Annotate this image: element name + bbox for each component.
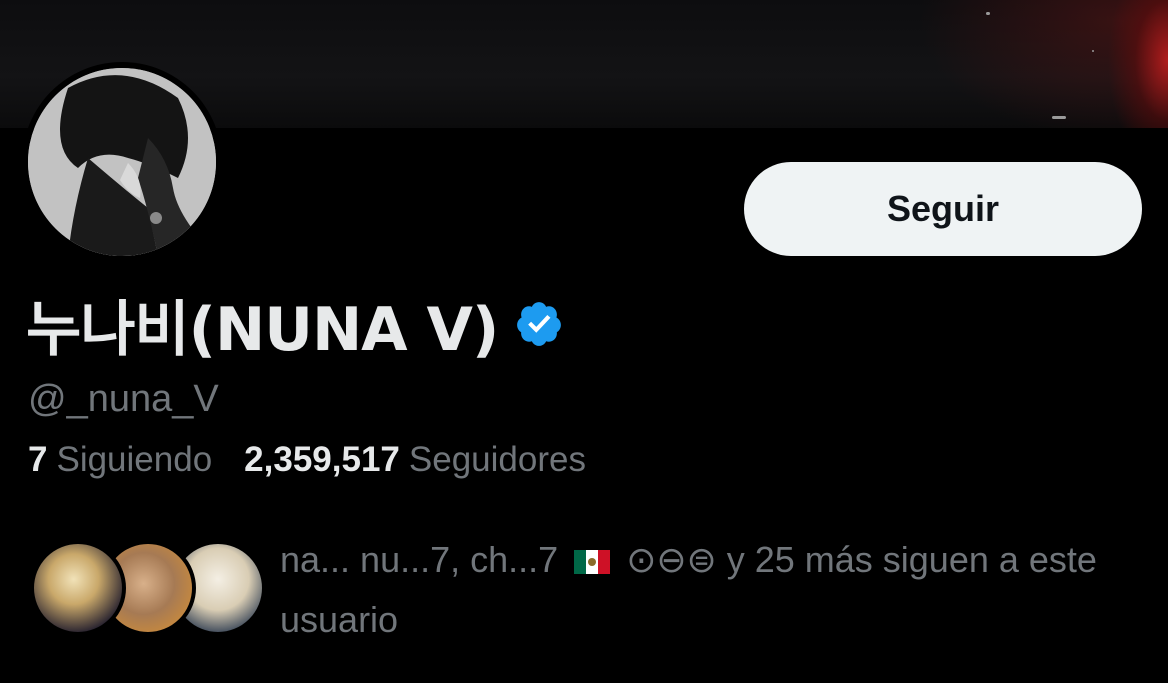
followers-count: 2,359,517 [244,440,400,479]
following-count: 7 [28,440,48,479]
followers-label: Seguidores [408,440,586,479]
followers-you-know-names: na... nu...7, ch...7 [280,539,559,580]
following-stat-link[interactable]: 7 Siguiendo [28,440,212,480]
followers-stat-link[interactable]: 2,359,517 Seguidores [244,440,586,480]
profile-name-row: 누나비(NUNA V) [26,286,564,365]
profile-stats: 7 Siguiendo 2,359,517 Seguidores [28,440,586,480]
following-label: Siguiendo [56,440,213,479]
followers-you-know-avatars[interactable] [30,540,266,640]
profile-avatar[interactable] [28,68,216,256]
banner-speck [1092,50,1094,52]
banner-speck [986,12,990,15]
profile-handle: @_nuna_V [28,378,219,420]
follower-avatar [30,540,126,636]
follow-button[interactable]: Seguir [744,162,1142,256]
mexico-flag-icon [574,550,611,574]
banner-speck [1052,116,1066,119]
display-name: 누나비(NUNA V) [26,294,499,365]
avatar-photo-graphic [28,68,216,256]
followers-you-know-text[interactable]: na... nu...7, ch...7 ⊙⊖⊜ y 25 más siguen… [280,530,1130,650]
verified-badge-icon[interactable] [514,299,564,349]
